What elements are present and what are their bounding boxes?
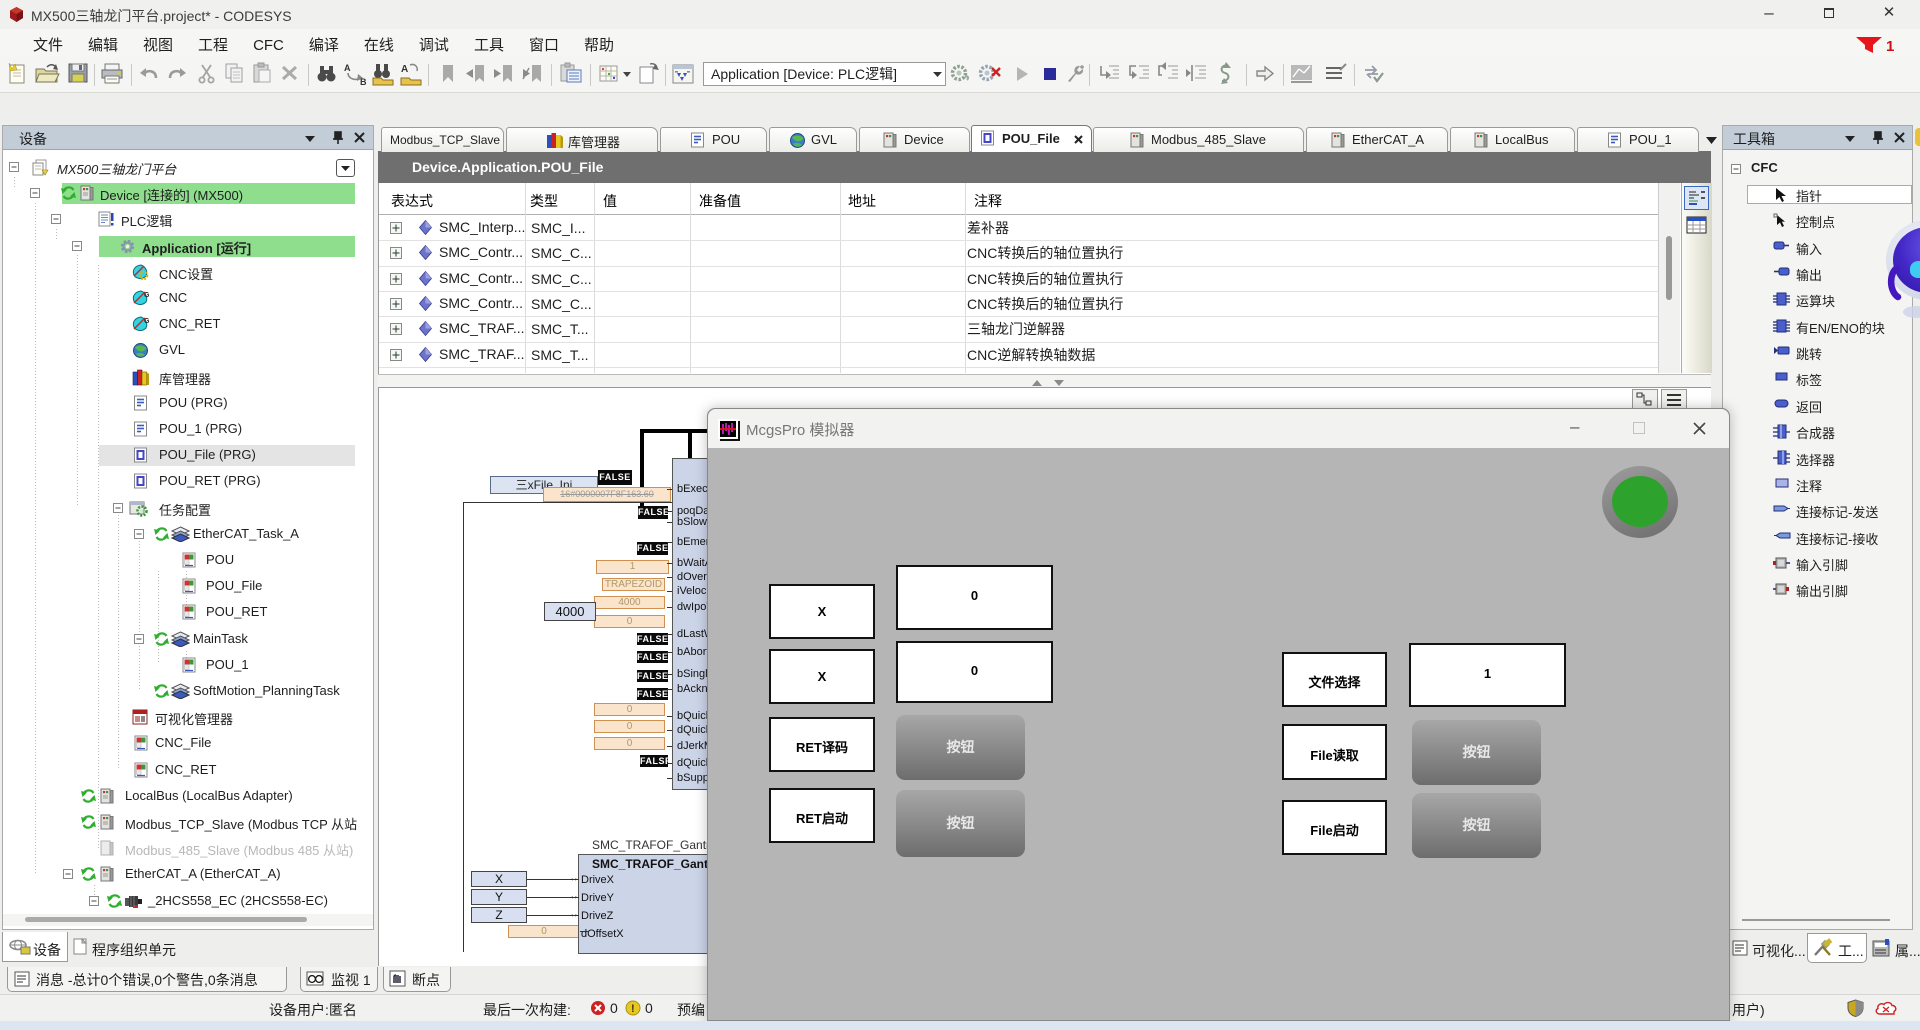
svg-text:B: B <box>360 77 367 87</box>
svg-text:1: 1 <box>1886 38 1894 55</box>
svg-text:A: A <box>344 63 351 73</box>
svg-text:A: A <box>401 64 408 75</box>
svg-text:G: G <box>144 292 150 299</box>
svg-text:!: ! <box>631 1003 635 1015</box>
svg-text:G: G <box>144 318 150 325</box>
